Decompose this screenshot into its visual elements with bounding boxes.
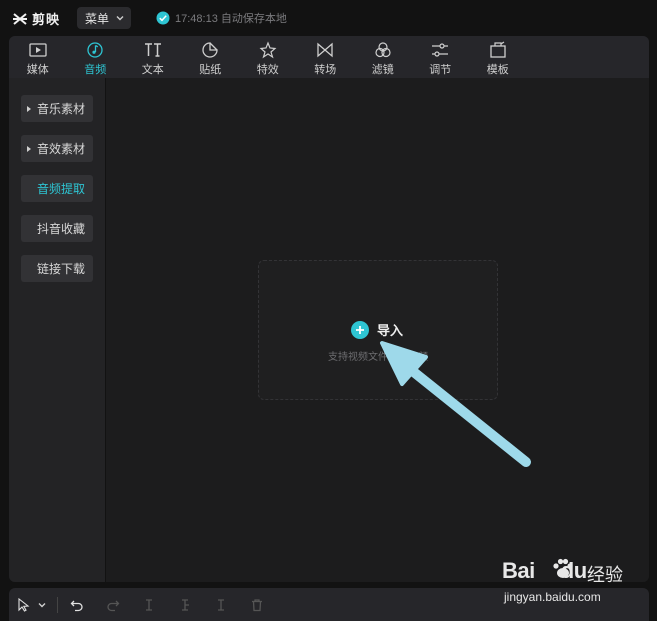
import-dropzone[interactable]: 导入 支持视频文件导入音频 [258,260,498,400]
toolbar-divider [57,596,58,613]
sidebar-item-audio-extract[interactable]: 音频提取 [21,175,93,202]
sidebar-item-label: 音频提取 [37,182,86,196]
effects-star-icon [259,41,277,59]
undo-icon[interactable] [70,598,84,612]
sidebar-item-label: 音乐素材 [37,102,86,116]
tab-label: 媒体 [26,64,49,76]
content-area: 导入 支持视频文件导入音频 [106,78,649,582]
sidebar-item-sound-effects[interactable]: 音效素材 [21,135,93,162]
app-logo: 剪映 [12,9,60,28]
tab-label: 音频 [84,64,107,76]
tab-text[interactable]: 文本 [124,36,182,78]
sidebar-item-link-download[interactable]: 链接下载 [21,255,93,282]
baidu-jingyan-watermark: Bai du 经验 jingyan.baidu.com [502,548,652,610]
watermark-brand-cn: 经验 [587,565,623,585]
tab-label: 滤镜 [371,64,394,76]
play-icon [29,43,47,57]
audio-sidebar: 音乐素材 音效素材 音频提取 抖音收藏 链接下载 [9,78,106,582]
split-icon[interactable] [142,598,156,612]
menu-button[interactable]: 菜单 [77,7,131,29]
filter-icon [375,42,391,58]
tab-template[interactable]: 模板 [469,36,527,78]
category-toolbar: 媒体 音频 文本 贴纸 特效 转场 滤镜 调节 模板 [9,36,649,78]
chevron-down-icon [116,16,124,21]
tab-label: 调节 [429,64,452,76]
menu-label: 菜单 [85,11,110,26]
app-name: 剪映 [32,12,61,27]
tab-label: 文本 [141,64,164,76]
plus-circle-icon [351,320,369,339]
tab-label: 转场 [314,64,337,76]
template-icon [490,41,506,58]
tab-effects[interactable]: 特效 [239,36,297,78]
caret-right-icon [27,105,31,112]
tab-transition[interactable]: 转场 [297,36,355,78]
sidebar-item-music[interactable]: 音乐素材 [21,95,93,122]
watermark-url: jingyan.baidu.com [504,590,601,604]
sidebar-item-label: 链接下载 [37,262,86,276]
tab-adjust[interactable]: 调节 [412,36,470,78]
text-icon [144,43,161,57]
transition-icon [317,42,333,58]
top-bar: 剪映 菜单 17:48:13 自动保存本地 [0,0,657,36]
delete-icon[interactable] [250,598,264,612]
music-note-icon [87,42,103,58]
tab-sticker[interactable]: 贴纸 [182,36,240,78]
tab-audio[interactable]: 音频 [67,36,125,78]
autosave-text: 17:48:13 自动保存本地 [175,13,287,25]
import-hint: 支持视频文件导入音频 [328,352,428,363]
tab-label: 特效 [256,64,279,76]
redo-icon[interactable] [106,598,120,612]
tab-label: 模板 [486,64,509,76]
caret-right-icon [27,145,31,152]
check-circle-icon [156,11,170,25]
select-cursor-icon[interactable] [17,597,31,612]
paw-icon [553,558,573,578]
split-left-icon[interactable] [178,598,192,612]
sidebar-item-label: 抖音收藏 [37,222,86,236]
autosave-status: 17:48:13 自动保存本地 [156,10,287,26]
sidebar-item-douyin-favorites[interactable]: 抖音收藏 [21,215,93,242]
split-right-icon[interactable] [214,598,228,612]
sticker-icon [202,42,218,58]
capcut-logo-icon [13,12,27,25]
import-label: 导入 [377,323,404,338]
tab-filter[interactable]: 滤镜 [354,36,412,78]
sidebar-item-label: 音效素材 [37,142,86,156]
chevron-down-icon[interactable] [37,598,47,612]
media-panel: 媒体 音频 文本 贴纸 特效 转场 滤镜 调节 模板 音乐素材 音效素材 音频提… [9,36,649,582]
tab-media[interactable]: 媒体 [9,36,67,78]
import-button[interactable]: 导入 [351,320,403,339]
tab-label: 贴纸 [199,64,222,76]
adjust-sliders-icon [432,43,449,57]
